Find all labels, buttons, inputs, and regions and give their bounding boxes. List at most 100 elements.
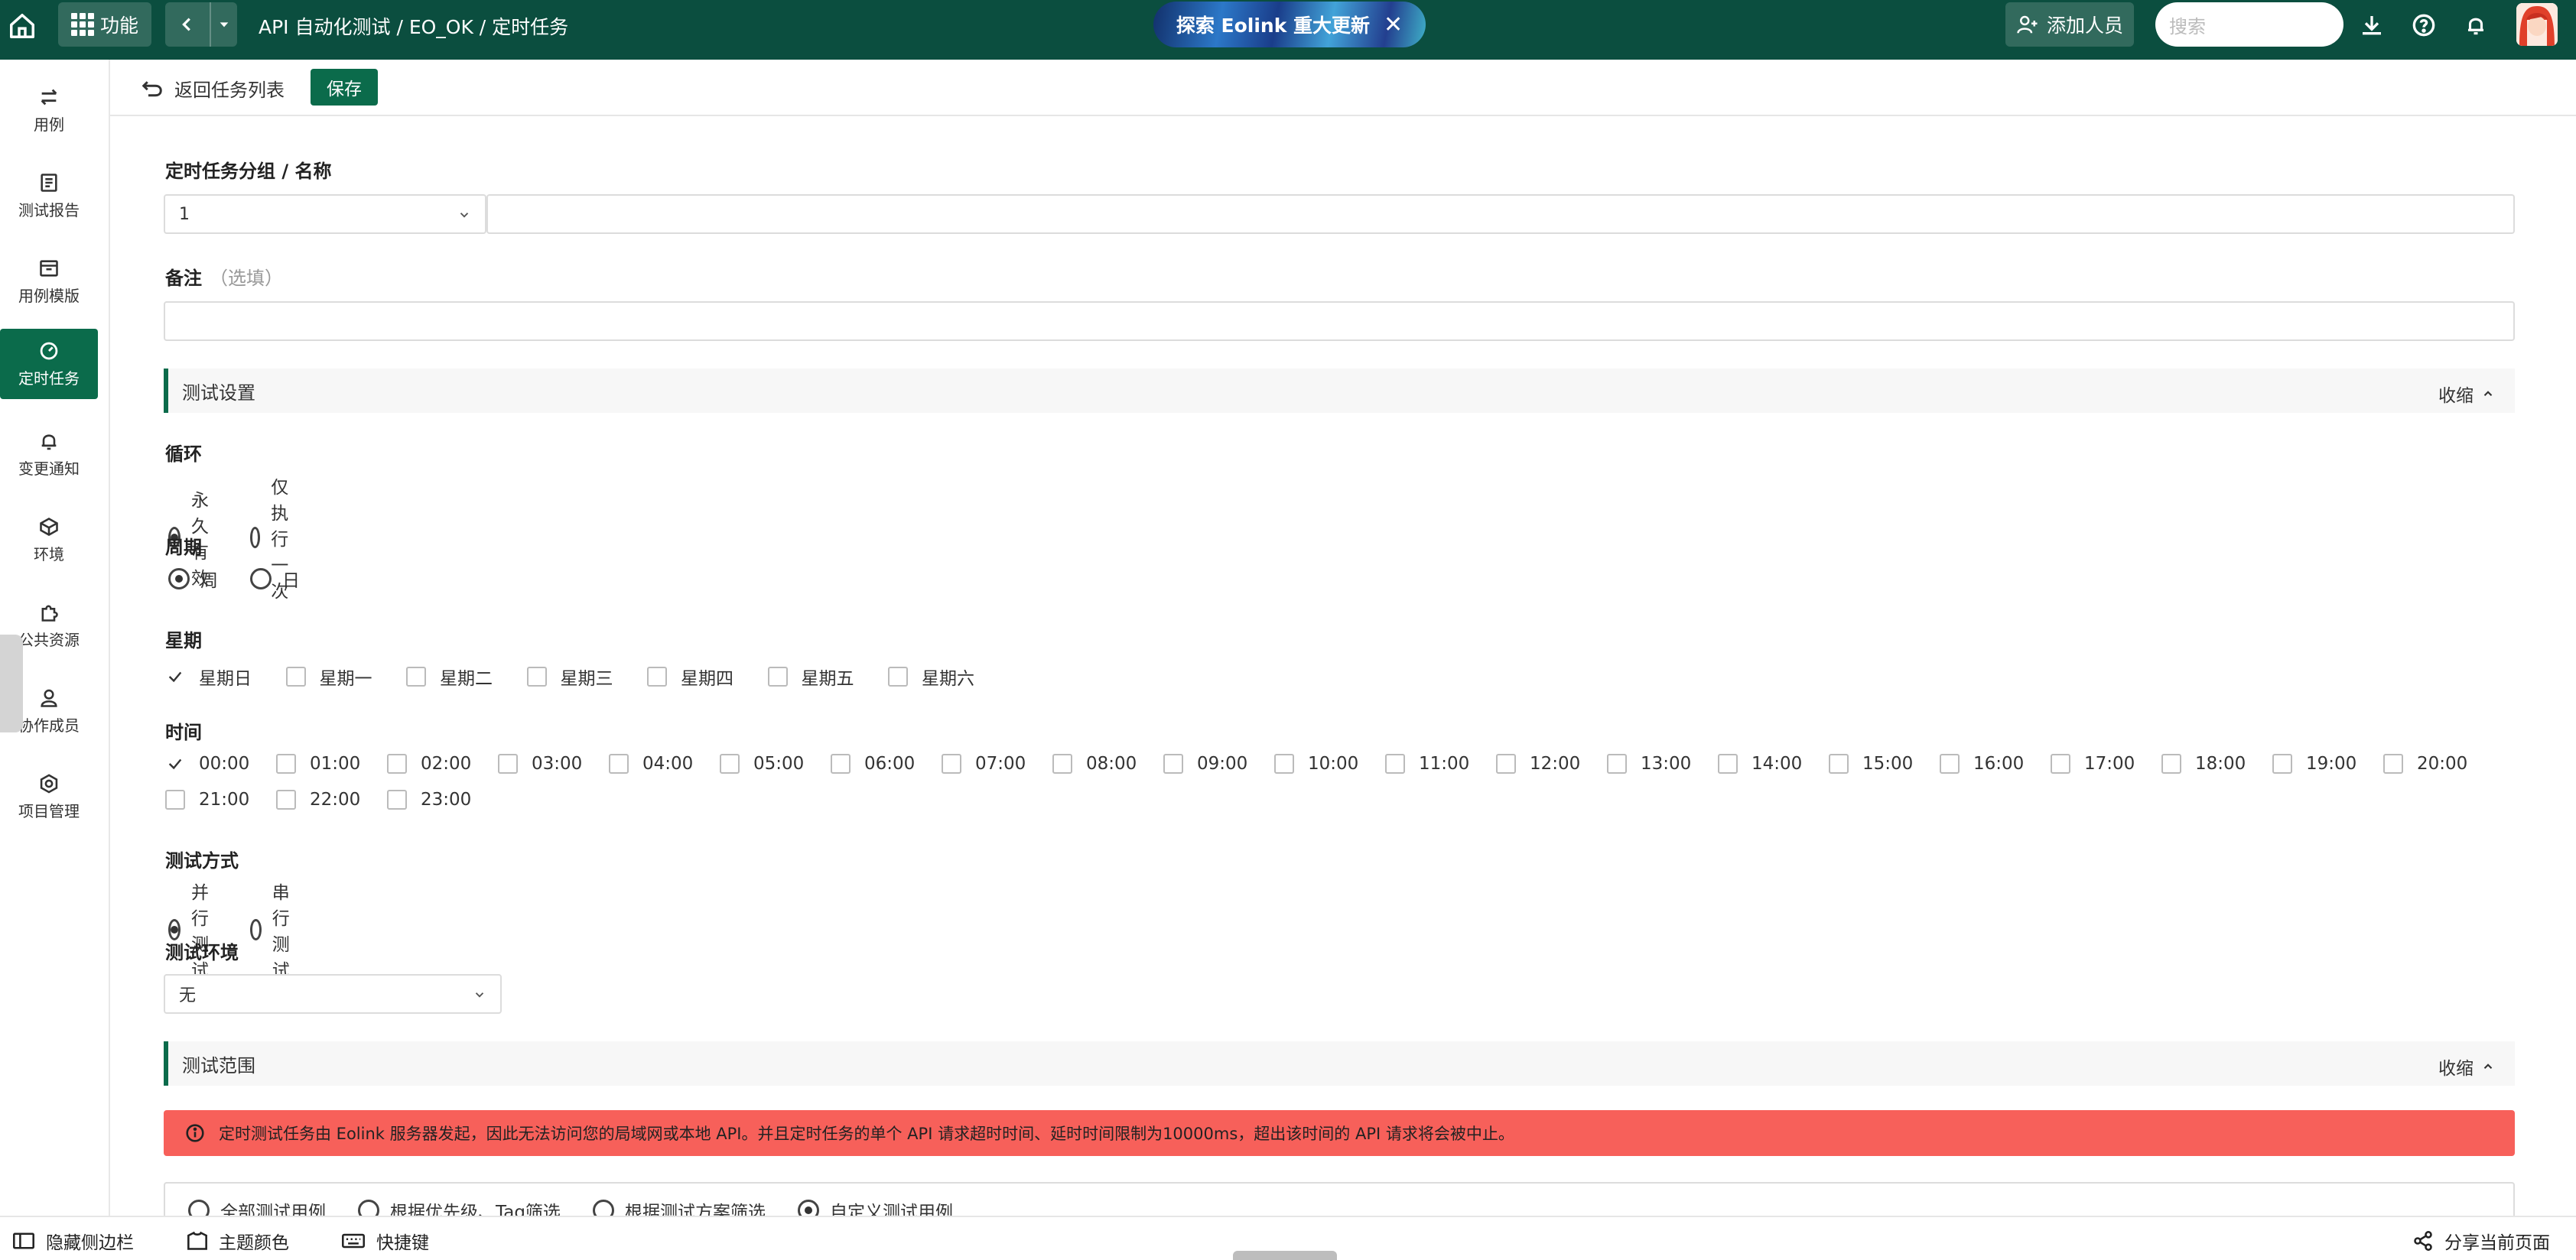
- checkbox-option[interactable]: 星期一: [285, 664, 407, 690]
- checkbox-option[interactable]: 20:00: [2383, 754, 2494, 774]
- checkbox-option[interactable]: 22:00: [276, 790, 387, 810]
- checkbox-option[interactable]: 07:00: [942, 754, 1052, 774]
- checkbox[interactable]: [387, 754, 407, 774]
- sidebar-item-change-notice[interactable]: 变更通知: [0, 419, 98, 489]
- checkbox-option[interactable]: 星期日: [165, 664, 286, 690]
- checkbox-option[interactable]: 星期二: [406, 664, 527, 690]
- checkbox[interactable]: [1496, 754, 1516, 774]
- task-group-select[interactable]: 1: [164, 194, 486, 234]
- checkbox[interactable]: [165, 790, 185, 810]
- checkbox[interactable]: [526, 667, 547, 687]
- sidebar-item-cases[interactable]: 用例: [0, 75, 98, 145]
- add-member-button[interactable]: 添加人员: [2005, 2, 2134, 47]
- checkbox-option[interactable]: 11:00: [1385, 754, 1496, 774]
- checkbox[interactable]: [387, 790, 407, 810]
- shortcut-keys-button[interactable]: 快捷键: [341, 1228, 429, 1254]
- search-input[interactable]: 搜索: [2155, 2, 2343, 47]
- checkbox-option[interactable]: 12:00: [1496, 754, 1607, 774]
- checkbox-option[interactable]: 21:00: [165, 790, 276, 810]
- checkbox[interactable]: [1829, 754, 1849, 774]
- checkbox-option[interactable]: 02:00: [387, 754, 498, 774]
- checkbox-option[interactable]: 13:00: [1607, 754, 1718, 774]
- test-mode-option-parallel[interactable]: 并行测试: [168, 878, 218, 982]
- task-name-input[interactable]: [486, 194, 2515, 234]
- hide-sidebar-button[interactable]: 隐藏侧边栏: [12, 1228, 134, 1254]
- period-option-week[interactable]: 周: [168, 566, 218, 592]
- checkbox[interactable]: [2383, 754, 2403, 774]
- checkbox-option[interactable]: 星期五: [767, 664, 889, 690]
- test-env-select[interactable]: 无: [164, 974, 502, 1014]
- help-button[interactable]: [2406, 8, 2441, 43]
- radio-button[interactable]: [250, 568, 272, 589]
- checkbox-option[interactable]: 23:00: [387, 790, 498, 810]
- checkbox[interactable]: [406, 667, 426, 687]
- checkbox-option[interactable]: 05:00: [720, 754, 831, 774]
- checkbox[interactable]: [1163, 754, 1183, 774]
- checkbox[interactable]: [276, 754, 296, 774]
- checkbox-option[interactable]: 09:00: [1163, 754, 1274, 774]
- checkbox[interactable]: [767, 667, 788, 687]
- checkbox-option[interactable]: 17:00: [2051, 754, 2161, 774]
- period-option-day[interactable]: 日: [250, 566, 300, 592]
- checkbox[interactable]: [647, 667, 667, 687]
- save-button[interactable]: 保存: [311, 69, 378, 106]
- checkbox-checked[interactable]: [165, 667, 185, 687]
- checkbox[interactable]: [609, 754, 629, 774]
- radio-button[interactable]: [188, 1200, 210, 1216]
- checkbox[interactable]: [1940, 754, 1960, 774]
- update-banner[interactable]: 探索 Eolink 重大更新 ✕: [1153, 2, 1426, 47]
- checkbox[interactable]: [1052, 754, 1072, 774]
- download-button[interactable]: [2354, 8, 2389, 43]
- radio-button[interactable]: [168, 568, 190, 589]
- sidebar-item-project-settings[interactable]: 项目管理: [0, 762, 98, 832]
- sidebar-item-environment[interactable]: 环境: [0, 505, 98, 575]
- scope-option-test-plan[interactable]: 根据测试方案筛选: [592, 1197, 766, 1216]
- scope-option-all[interactable]: 全部测试用例: [188, 1197, 326, 1216]
- radio-button[interactable]: [250, 919, 262, 940]
- user-avatar[interactable]: [2516, 3, 2558, 46]
- checkbox-option[interactable]: 04:00: [609, 754, 720, 774]
- checkbox-option[interactable]: 19:00: [2272, 754, 2383, 774]
- checkbox-option[interactable]: 18:00: [2161, 754, 2272, 774]
- back-button[interactable]: [165, 2, 211, 47]
- checkbox[interactable]: [942, 754, 961, 774]
- checkbox-option[interactable]: 星期三: [526, 664, 648, 690]
- home-button[interactable]: [0, 0, 44, 52]
- checkbox[interactable]: [888, 667, 908, 687]
- share-page-button[interactable]: 分享当前页面: [2412, 1228, 2550, 1254]
- checkbox-option[interactable]: 06:00: [831, 754, 942, 774]
- checkbox[interactable]: [720, 754, 740, 774]
- checkbox[interactable]: [285, 667, 306, 687]
- checkbox[interactable]: [498, 754, 518, 774]
- checkbox-option[interactable]: 15:00: [1829, 754, 1940, 774]
- function-menu-button[interactable]: 功能: [58, 2, 151, 47]
- checkbox-option[interactable]: 00:00: [165, 754, 276, 774]
- checkbox-option[interactable]: 01:00: [276, 754, 387, 774]
- checkbox[interactable]: [831, 754, 851, 774]
- sidebar-item-scheduled-tasks[interactable]: 定时任务: [0, 329, 98, 399]
- checkbox-option[interactable]: 14:00: [1718, 754, 1829, 774]
- checkbox[interactable]: [1385, 754, 1405, 774]
- notification-button[interactable]: [2458, 8, 2493, 43]
- radio-button[interactable]: [592, 1200, 614, 1216]
- radio-button[interactable]: [797, 1200, 819, 1216]
- checkbox[interactable]: [2161, 754, 2181, 774]
- checkbox-option[interactable]: 10:00: [1274, 754, 1385, 774]
- test-mode-option-serial[interactable]: 串行测试: [250, 878, 300, 982]
- remark-input[interactable]: [164, 301, 2515, 341]
- bottom-drag-handle[interactable]: [1233, 1251, 1337, 1260]
- history-dropdown-button[interactable]: [211, 2, 237, 47]
- return-to-list-button[interactable]: 返回任务列表: [141, 75, 285, 102]
- checkbox-checked[interactable]: [165, 754, 185, 774]
- checkbox-option[interactable]: 星期四: [647, 664, 768, 690]
- scope-option-priority-tag[interactable]: 根据优先级、Tag筛选: [358, 1197, 561, 1216]
- test-scope-collapse-button[interactable]: 收缩: [2438, 1054, 2495, 1080]
- checkbox-option[interactable]: 星期六: [888, 664, 1009, 690]
- sidebar-resize-handle[interactable]: [0, 635, 23, 732]
- checkbox[interactable]: [1274, 754, 1294, 774]
- close-icon[interactable]: ✕: [1384, 11, 1403, 38]
- radio-button[interactable]: [358, 1200, 379, 1216]
- scope-option-custom[interactable]: 自定义测试用例: [797, 1197, 953, 1216]
- checkbox-option[interactable]: 03:00: [498, 754, 609, 774]
- test-settings-collapse-button[interactable]: 收缩: [2438, 381, 2495, 407]
